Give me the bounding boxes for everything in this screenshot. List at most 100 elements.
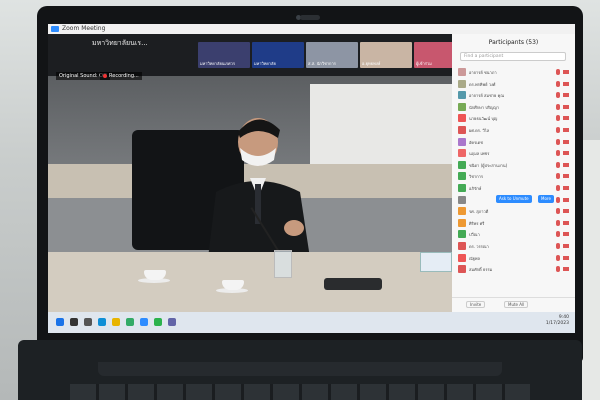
- recording-badge[interactable]: Recording...: [100, 72, 142, 80]
- participant-name: ชนิดา (ผู้ประสานงาน): [469, 162, 508, 168]
- avatar: [458, 172, 466, 181]
- participant-thumbnail[interactable]: มหาวิทยาลัย: [252, 42, 304, 68]
- windows-taskbar: 9:40 1/17/2023: [48, 312, 575, 333]
- participant-row[interactable]: ณัฐพล: [458, 252, 570, 264]
- participant-thumbnail[interactable]: มหาวิทยาลัยนเรศวร: [198, 42, 250, 68]
- mic-muted-icon: [556, 69, 560, 75]
- participant-thumbnail[interactable]: ส.ส. นักวิชาการ: [306, 42, 358, 68]
- participant-row[interactable]: รศ. สุภาวดี: [458, 205, 570, 217]
- participant-list: อาจารย์ ชนาภา ดร.พรทิพย์ วงศ์อาจารย์ สมชา…: [458, 66, 570, 275]
- thumbnail-label: ส.ส. นักวิชาการ: [308, 61, 336, 66]
- mic-muted-icon: [556, 242, 560, 249]
- mic-muted-icon: [556, 231, 560, 238]
- video-off-icon: [563, 243, 569, 248]
- mic-muted-icon: [556, 208, 560, 215]
- window-title: Zoom Meeting: [62, 25, 106, 32]
- avatar: [458, 183, 466, 192]
- thumbnail-label: อ.ยุทธพงษ์: [362, 61, 381, 66]
- mic-muted-icon: [556, 173, 560, 180]
- participant-row[interactable]: ชนิดา (ผู้ประสานงาน): [458, 159, 570, 171]
- video-off-icon: [563, 162, 569, 167]
- recording-label: Recording...: [109, 73, 139, 79]
- participant-name: นักศึกษา ปริญญา: [469, 104, 500, 110]
- participant-row[interactable]: ศิริพร ศรี: [458, 217, 570, 229]
- participant-row[interactable]: นักศึกษา ปริญญา: [458, 101, 570, 113]
- thumbnail-label: มหาวิทยาลัย: [254, 61, 276, 66]
- participant-name: ดร. วรรณา: [469, 243, 489, 249]
- line-icon[interactable]: [154, 318, 162, 326]
- mic-muted-icon: [556, 161, 560, 168]
- video-off-icon: [563, 232, 569, 237]
- white-tablecloth: [310, 84, 452, 164]
- avatar: [458, 149, 466, 158]
- avatar: [458, 230, 466, 239]
- search-icon[interactable]: [70, 318, 78, 326]
- participant-name: อภิรักษ์: [469, 185, 482, 191]
- microphone-base: [324, 278, 382, 290]
- explorer-icon[interactable]: [112, 318, 120, 326]
- avatar: [458, 241, 466, 250]
- participant-search-input[interactable]: Find a participant: [460, 52, 566, 61]
- zoom-titlebar: Zoom Meeting: [48, 24, 575, 34]
- participant-row[interactable]: นฤมล เพชร: [458, 147, 570, 159]
- avatar: [458, 125, 466, 134]
- more-button[interactable]: More: [538, 194, 554, 203]
- edge-icon[interactable]: [98, 318, 106, 326]
- participants-title: Participants (53): [488, 39, 539, 46]
- participant-name: รศ. สุภาวดี: [469, 209, 489, 215]
- participant-name: ศิริพร ศรี: [469, 220, 485, 226]
- video-off-icon: [563, 220, 569, 225]
- participant-row[interactable]: อาจารย์ สมชาย คุณ: [458, 89, 570, 101]
- video-off-icon: [563, 197, 569, 202]
- participant-row[interactable]: ดร.พรทิพย์ วงศ์: [458, 78, 570, 90]
- avatar: [458, 218, 466, 227]
- participant-name: นายธนวัฒน์ บุญ: [469, 116, 498, 122]
- video-off-icon: [563, 127, 569, 132]
- video-off-icon: [563, 81, 569, 86]
- panel-footer: Invite Mute All: [452, 297, 575, 312]
- mic-muted-icon: [556, 184, 560, 191]
- video-off-icon: [563, 93, 569, 98]
- mute-all-button[interactable]: Mute All: [504, 301, 529, 308]
- participant-row[interactable]: อภิรักษ์: [458, 182, 570, 194]
- zoom-icon[interactable]: [140, 318, 148, 326]
- laptop-screen: Zoom Meeting มหาวิทยาลัยนเร... มหาวิทยาล…: [48, 24, 575, 333]
- record-icon: [103, 73, 107, 78]
- mic-muted-icon: [556, 254, 560, 261]
- participant-name: อาจารย์ สมชาย คุณ: [469, 93, 505, 99]
- keyboard: [70, 384, 530, 400]
- participant-row[interactable]: อัครเดช: [458, 136, 570, 148]
- mic-muted-icon: [556, 92, 560, 99]
- store-icon[interactable]: [126, 318, 134, 326]
- teams-icon[interactable]: [168, 318, 176, 326]
- participant-name: นฤมล เพชร: [469, 151, 490, 157]
- participant-row[interactable]: นายธนวัฒน์ บุญ: [458, 112, 570, 124]
- invite-button[interactable]: Invite: [466, 301, 486, 308]
- participant-row[interactable]: สมศักดิ์ ธรรม: [458, 263, 570, 275]
- video-off-icon: [563, 255, 569, 260]
- video-off-icon: [563, 151, 569, 156]
- participant-row[interactable]: ปวีณา: [458, 228, 570, 240]
- participant-row[interactable]: ดร. วรรณา: [458, 240, 570, 252]
- windows-icon[interactable]: [56, 318, 64, 326]
- video-off-icon: [563, 116, 569, 121]
- participant-name: อัครเดช: [469, 139, 483, 145]
- participant-row[interactable]: Ask to Unmute More: [458, 194, 570, 206]
- taskbar-clock[interactable]: 9:40 1/17/2023: [546, 315, 569, 327]
- zoom-icon: [51, 26, 59, 32]
- speaker-person: [208, 118, 310, 258]
- participant-row[interactable]: อาจารย์ ชนาภา: [458, 66, 570, 78]
- participant-thumbnail[interactable]: อ.ยุทธพงษ์: [360, 42, 412, 68]
- mic-muted-icon: [556, 266, 560, 273]
- participant-row[interactable]: ผศ.ดร. วิไล: [458, 124, 570, 136]
- video-off-icon: [563, 70, 569, 74]
- mic-muted-icon: [556, 126, 560, 133]
- avatar: [458, 160, 466, 169]
- taskview-icon[interactable]: [84, 318, 92, 326]
- ask-to-unmute-button[interactable]: Ask to Unmute: [496, 194, 532, 203]
- avatar: [458, 68, 466, 76]
- video-off-icon: [563, 174, 569, 179]
- video-off-icon: [563, 209, 569, 214]
- near-table: [48, 252, 452, 312]
- participant-row[interactable]: วิชาการ: [458, 170, 570, 182]
